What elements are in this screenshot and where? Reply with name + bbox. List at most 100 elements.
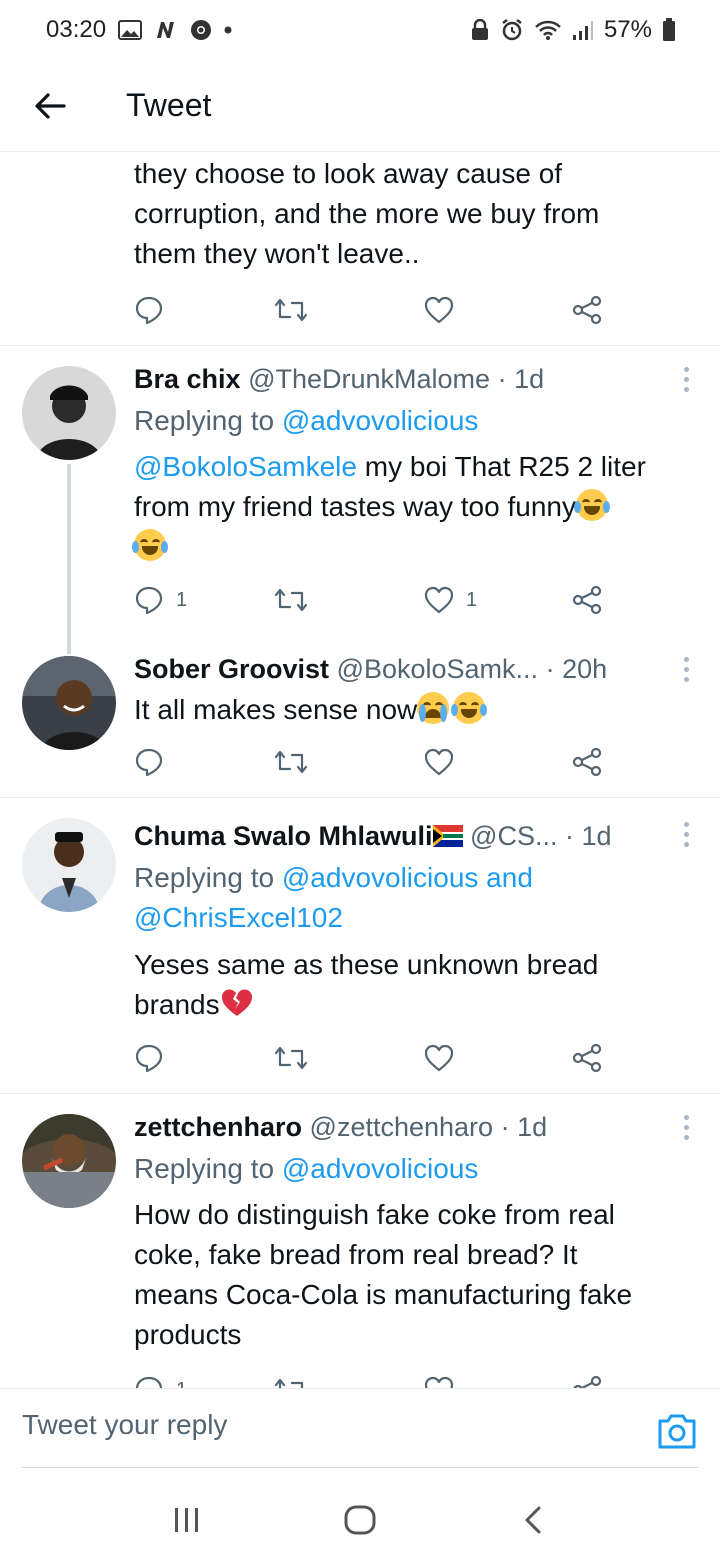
divider bbox=[0, 797, 720, 798]
replying-to: Replying to @advovolicious and bbox=[134, 862, 533, 893]
author-handle[interactable]: @TheDrunkMalome bbox=[248, 364, 490, 394]
partial-tweet-text: they choose to look away cause of corrup… bbox=[134, 158, 600, 269]
mention-link[interactable]: @ChrisExcel102 bbox=[134, 902, 343, 933]
reply-feed[interactable]: they choose to look away cause of corrup… bbox=[0, 152, 720, 1388]
replying-to: Replying to @advovolicious bbox=[134, 1153, 479, 1184]
reply-text: @BokoloSamkele my boi That R25 2 liter f… bbox=[132, 447, 694, 567]
speech-bubble-icon bbox=[135, 748, 163, 777]
retweet-button[interactable] bbox=[274, 290, 308, 330]
share-button[interactable] bbox=[572, 290, 602, 330]
mention-link[interactable]: @BokoloSamkele bbox=[134, 451, 357, 482]
broken-heart-emoji-icon bbox=[221, 989, 252, 1016]
status-bar: 03:20 57% bbox=[0, 0, 720, 60]
retweet-button[interactable] bbox=[274, 1370, 308, 1388]
author-name[interactable]: Sober Groovist bbox=[134, 654, 329, 684]
reply-input[interactable]: Tweet your reply bbox=[22, 1409, 227, 1441]
more-options-button[interactable] bbox=[674, 359, 698, 399]
share-icon bbox=[573, 1375, 602, 1388]
share-button[interactable] bbox=[572, 1038, 602, 1078]
speech-bubble-icon bbox=[135, 586, 163, 615]
divider bbox=[0, 345, 720, 346]
speech-bubble-icon bbox=[135, 1376, 163, 1388]
signal-icon bbox=[572, 19, 594, 41]
recent-apps-icon bbox=[174, 1508, 198, 1532]
more-options-button[interactable] bbox=[674, 1107, 698, 1147]
like-button[interactable] bbox=[424, 290, 454, 330]
reply-text: It all makes sense now bbox=[134, 690, 694, 730]
speech-bubble-icon bbox=[135, 296, 163, 325]
lock-icon bbox=[470, 19, 490, 41]
reply-button[interactable]: 1 bbox=[134, 580, 187, 620]
like-button[interactable] bbox=[424, 742, 454, 782]
reply-header: Bra chix @TheDrunkMalome · 1d bbox=[134, 359, 664, 399]
like-button[interactable] bbox=[424, 1038, 454, 1078]
reply-actions: 1 bbox=[134, 1370, 614, 1388]
more-options-button[interactable] bbox=[674, 649, 698, 689]
share-button[interactable] bbox=[572, 742, 602, 782]
battery-icon bbox=[662, 18, 676, 42]
recent-apps-button[interactable] bbox=[157, 1490, 217, 1550]
like-button[interactable]: 1 bbox=[424, 580, 477, 620]
mention-link[interactable]: @advovolicious and bbox=[282, 862, 533, 893]
loudly-crying-emoji-icon bbox=[417, 692, 450, 724]
mention-link[interactable]: @advovolicious bbox=[282, 405, 479, 436]
avatar[interactable] bbox=[22, 1114, 116, 1208]
camera-icon bbox=[658, 1414, 696, 1449]
avatar[interactable] bbox=[22, 818, 116, 912]
camera-button[interactable] bbox=[656, 1411, 698, 1451]
reply-count: 1 bbox=[176, 588, 188, 611]
gallery-notification-icon bbox=[118, 20, 143, 40]
share-button[interactable] bbox=[572, 1370, 602, 1388]
author-handle[interactable]: @zettchenharo bbox=[310, 1112, 494, 1142]
reply-composer: Tweet your reply bbox=[0, 1388, 720, 1480]
retweet-icon bbox=[274, 1046, 308, 1070]
retweet-icon bbox=[274, 588, 308, 612]
home-icon bbox=[344, 1505, 376, 1535]
battery-percent: 57% bbox=[603, 16, 652, 43]
reply-time: · 20h bbox=[545, 654, 608, 684]
reply-button[interactable] bbox=[134, 290, 164, 330]
more-options-button[interactable] bbox=[674, 814, 698, 854]
retweet-icon bbox=[274, 750, 308, 774]
speech-bubble-icon bbox=[135, 1044, 163, 1073]
share-button[interactable] bbox=[572, 580, 602, 620]
share-icon bbox=[572, 295, 602, 325]
author-handle[interactable]: @BokoloSamk... bbox=[337, 654, 539, 684]
retweet-button[interactable] bbox=[274, 742, 308, 782]
heart-icon bbox=[424, 1044, 454, 1072]
like-button[interactable] bbox=[424, 1370, 454, 1388]
south-africa-flag-icon bbox=[432, 825, 463, 847]
replying-to-continued: @ChrisExcel102 bbox=[134, 898, 343, 938]
page-title: Tweet bbox=[126, 87, 212, 123]
wifi-icon bbox=[534, 19, 562, 41]
reply-header: Chuma Swalo Mhlawuli @CS... · 1d bbox=[134, 816, 664, 856]
notification-dot-icon bbox=[224, 26, 232, 34]
reply-button[interactable] bbox=[134, 1038, 164, 1078]
retweet-button[interactable] bbox=[274, 580, 308, 620]
mention-link[interactable]: @advovolicious bbox=[282, 1153, 479, 1184]
reply-button[interactable] bbox=[134, 742, 164, 782]
share-icon bbox=[572, 585, 602, 615]
author-handle[interactable]: @CS... bbox=[470, 821, 557, 851]
author-name[interactable]: zettchenharo bbox=[134, 1112, 302, 1142]
arrow-left-icon bbox=[35, 92, 66, 119]
avatar[interactable] bbox=[22, 366, 116, 460]
input-underline bbox=[22, 1467, 698, 1468]
author-name[interactable]: Bra chix bbox=[134, 364, 241, 394]
reply-button[interactable]: 1 bbox=[134, 1370, 187, 1388]
back-button[interactable] bbox=[0, 60, 100, 152]
reply-actions bbox=[134, 742, 614, 782]
reply-time: · 1d bbox=[497, 364, 545, 394]
author-name[interactable]: Chuma Swalo Mhlawuli bbox=[134, 821, 433, 851]
vertical-dots-icon bbox=[683, 366, 689, 392]
thread-line bbox=[67, 464, 71, 654]
tears-of-joy-emoji-icon bbox=[451, 692, 488, 724]
vertical-dots-icon bbox=[683, 656, 689, 682]
retweet-button[interactable] bbox=[274, 1038, 308, 1078]
home-button[interactable] bbox=[330, 1490, 390, 1550]
reply-time: · 1d bbox=[500, 1112, 548, 1142]
replying-to: Replying to @advovolicious bbox=[134, 405, 479, 436]
n-app-notification-icon bbox=[154, 20, 178, 40]
avatar[interactable] bbox=[22, 656, 116, 750]
system-back-button[interactable] bbox=[503, 1490, 563, 1550]
